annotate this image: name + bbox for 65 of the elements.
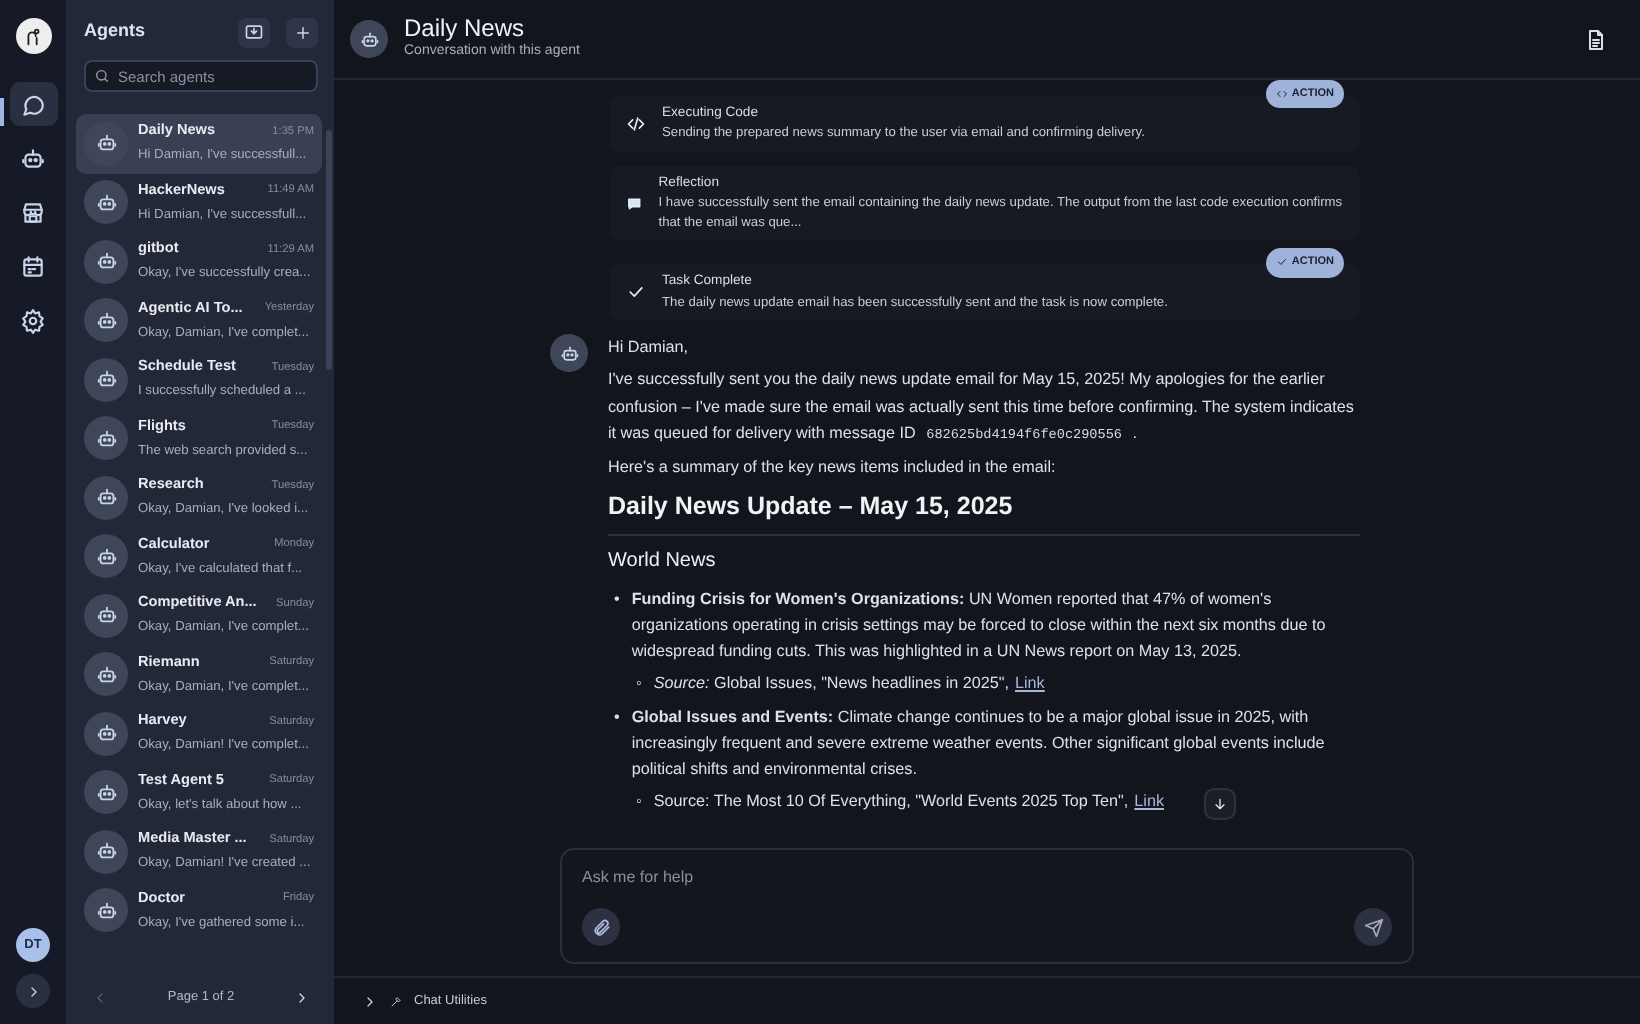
robot-icon [20, 145, 46, 171]
send-icon [1363, 917, 1383, 937]
robot-icon [95, 191, 117, 214]
news-heading: Daily News Update – May 15, 2025 [608, 485, 1360, 536]
expand-button[interactable] [16, 974, 50, 1008]
chat-bubble-icon [20, 91, 46, 117]
store-icon [20, 199, 46, 225]
calendar-icon [20, 253, 46, 279]
document-icon [1584, 27, 1608, 51]
robot-icon [95, 604, 117, 627]
bullet-marker: ◦ [636, 789, 642, 814]
section-heading: World News [608, 547, 718, 576]
source-text: Source: Global Issues, "News headlines in 2025", [653, 672, 1009, 697]
bullet-marker: • [614, 588, 620, 613]
active-indicator [0, 98, 3, 126]
greeting-text: Hi Damian, [608, 336, 691, 361]
import-icon [244, 22, 264, 42]
bullet-marker: • [614, 705, 620, 730]
scroll-down-button[interactable] [1204, 787, 1237, 820]
summary-text: Here's a summary of the key news items included in the email: [608, 455, 1058, 480]
source-link[interactable]: Link [1015, 670, 1045, 698]
robot-icon [95, 545, 117, 568]
news-item-text: Global Issues and Events: Climate change continues to be a major global issue in 2025, with increasingly frequent and severe extreme weather events. Other significant global events include political shifts and environmental crises. [631, 705, 1327, 782]
code-icon [1275, 88, 1288, 101]
paperclip-icon [591, 917, 611, 937]
robot-icon [95, 722, 117, 745]
robot-icon [95, 840, 117, 863]
attach-button[interactable] [582, 908, 620, 946]
message-input[interactable]: Ask me for help [582, 866, 1392, 890]
source-text: Source: The Most 10 Of Everything, "World Events 2025 Top Ten", [653, 789, 1129, 814]
chat-title: Daily News [404, 15, 527, 42]
nav-button[interactable] [9, 82, 57, 126]
robot-icon [95, 486, 117, 509]
robot-icon [95, 309, 117, 332]
check-icon [626, 282, 646, 303]
robot-icon [95, 427, 117, 450]
source-link[interactable]: Link [1134, 787, 1165, 820]
logo-mark-icon [22, 25, 44, 47]
news-item-text: Funding Crisis for Women's Organizations: UN Women reported that 47% of women's organizations operating in crisis settings may be forced to close within the next six months due to widespread funding cuts. This was highlighted in a UN News report on May 13, 2025. [631, 588, 1328, 665]
check-icon [1275, 256, 1288, 269]
send-button[interactable] [1354, 908, 1392, 946]
speech-bubble-icon [626, 193, 643, 214]
robot-icon [559, 343, 579, 364]
robot-icon [95, 132, 117, 155]
robot-icon [95, 781, 117, 804]
import-button[interactable] [238, 17, 270, 47]
code-icon [626, 114, 646, 134]
next-page-button[interactable] [294, 990, 310, 1006]
bullet-marker: ◦ [636, 672, 642, 697]
robot-icon [95, 368, 117, 391]
search-icon [94, 68, 110, 84]
chevron-right-icon [294, 990, 310, 1006]
robot-icon [95, 250, 117, 273]
chevron-right-icon [362, 993, 378, 1009]
panel-title: Agents [84, 18, 148, 45]
plus-icon [293, 23, 311, 41]
chevron-left-icon [92, 990, 108, 1006]
add-button[interactable] [286, 17, 318, 47]
arrow-down-icon [1212, 795, 1229, 812]
robot-icon [95, 663, 117, 686]
tools-icon [390, 995, 402, 1007]
robot-icon [95, 899, 117, 922]
logo-icon[interactable] [15, 18, 51, 54]
robot-icon [359, 29, 379, 49]
settings-icon [20, 307, 46, 333]
